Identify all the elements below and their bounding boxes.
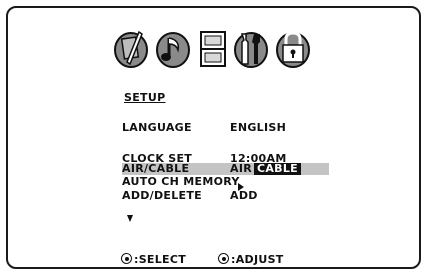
air-cable-value[interactable]: AIR CABLE — [230, 163, 301, 175]
select-button-icon — [121, 253, 132, 264]
timer-icon[interactable] — [196, 26, 230, 70]
menu-item-language[interactable]: LANGUAGE — [122, 121, 192, 134]
menu-item-add-delete[interactable]: ADD/DELETE — [122, 189, 202, 202]
adjust-hint-label: :ADJUST — [231, 253, 284, 266]
more-down-arrow-icon — [127, 215, 133, 222]
tv-menu-screen: SETUP LANGUAGE ENGLISH CLOCK SET 12:00AM… — [6, 6, 421, 269]
menu-item-auto-ch-memory[interactable]: AUTO CH MEMORY — [122, 175, 240, 188]
menu-item-air-cable[interactable]: AIR/CABLE — [122, 163, 189, 175]
add-delete-value: ADD — [230, 189, 258, 202]
setup-tools-icon[interactable] — [232, 26, 270, 70]
picture-icon[interactable] — [112, 26, 150, 70]
air-option: AIR — [230, 162, 252, 175]
audio-icon[interactable] — [154, 26, 192, 70]
footer-adjust-hint: :ADJUST — [218, 253, 284, 266]
footer-select-hint: :SELECT — [121, 253, 186, 266]
menu-title: SETUP — [124, 91, 166, 104]
cable-option-selected: CABLE — [253, 163, 301, 175]
adjust-button-icon — [218, 253, 229, 264]
menu-icon-bar — [112, 26, 312, 74]
lock-icon[interactable] — [274, 26, 312, 70]
select-hint-label: :SELECT — [134, 253, 187, 266]
language-value: ENGLISH — [230, 121, 287, 134]
